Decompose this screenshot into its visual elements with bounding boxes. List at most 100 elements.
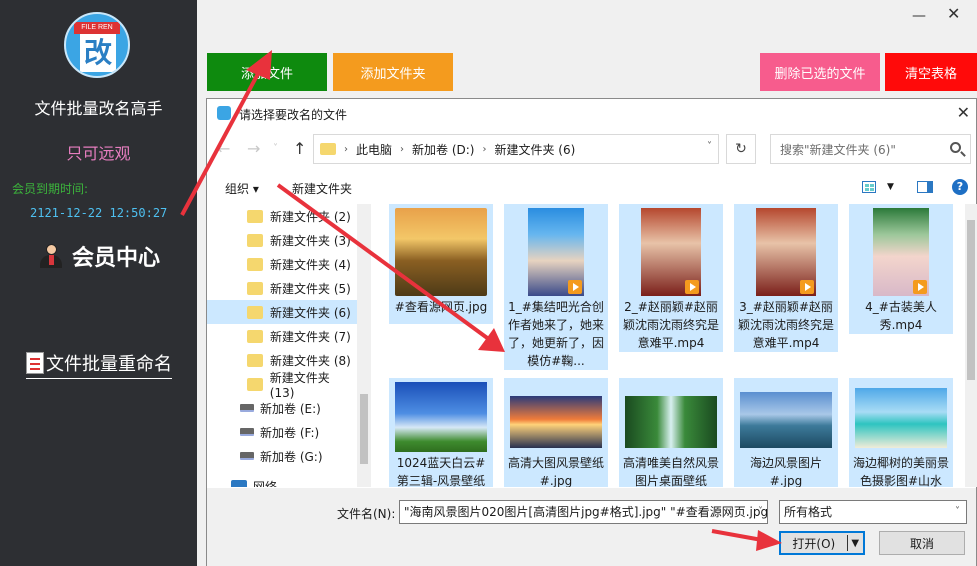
- folder-icon: [247, 281, 263, 295]
- organize-menu[interactable]: 组织 ▾: [225, 180, 259, 197]
- file-tile-6[interactable]: 高清大图风景壁纸#.jpg: [504, 378, 608, 487]
- readonly-label: 只可远观: [66, 144, 131, 163]
- tree-item-folder-7[interactable]: 新建文件夹 (7): [207, 324, 357, 348]
- filename-label: 文件名(N):: [337, 507, 396, 521]
- tree-item-folder-2[interactable]: 新建文件夹 (2): [207, 204, 357, 228]
- clear-table-button[interactable]: 清空表格: [885, 53, 977, 91]
- play-icon: [685, 280, 699, 294]
- folder-icon: [247, 329, 263, 343]
- tree-item-label: 新建文件夹 (8): [270, 353, 351, 368]
- left-panel: FILE REN 改 文件批量改名高手 只可远观 会员到期时间: 2121-12…: [0, 0, 197, 566]
- tree-item-folder-13[interactable]: 新建文件夹 (13): [207, 371, 357, 400]
- file-tile-3[interactable]: 3_#赵丽颖#赵丽颖沈雨沈雨终究是意难平.mp4: [734, 204, 838, 352]
- tree-item-label: 新建文件夹 (3): [270, 233, 351, 248]
- tree-item-folder-5[interactable]: 新建文件夹 (5): [207, 276, 357, 300]
- search-icon: [950, 142, 961, 153]
- close-window-button[interactable]: ✕: [947, 4, 960, 23]
- breadcrumb-separator: ›: [400, 143, 405, 155]
- preview-pane-icon[interactable]: [917, 181, 933, 193]
- batch-rename-menu-item[interactable]: 文件批量重命名: [26, 350, 172, 379]
- dialog-app-icon: [217, 106, 231, 120]
- top-toolbar: — ✕ 添加文件 添加文件夹 删除已选的文件 清空表格: [197, 0, 977, 96]
- file-tile-7[interactable]: 高清唯美自然风景图片桌面壁纸: [619, 378, 723, 487]
- tree-item-label: 新加卷 (G:): [260, 449, 323, 464]
- video-thumbnail: [641, 208, 701, 296]
- file-grid: #查看源网页.jpg 1_#集结吧光合创作者她来了，她来了，她更新了，因模仿#鞠…: [377, 204, 961, 487]
- filetype-value: 所有格式: [784, 505, 833, 519]
- back-arrow-icon[interactable]: ←: [217, 139, 230, 158]
- file-tile-0[interactable]: #查看源网页.jpg: [389, 204, 493, 324]
- up-arrow-icon[interactable]: ↑: [293, 139, 306, 158]
- help-icon[interactable]: ?: [952, 179, 968, 195]
- filename-input[interactable]: "海南风景图片020图片[高清图片jpg#格式].jpg" "#查看源网页.jp…: [399, 500, 768, 524]
- dialog-close-button[interactable]: ✕: [957, 103, 970, 122]
- folder-tree: 新建文件夹 (2) 新建文件夹 (3) 新建文件夹 (4) 新建文件夹 (5) …: [207, 204, 372, 487]
- tree-item-label: 新建文件夹 (13): [269, 370, 330, 400]
- forward-arrow-icon[interactable]: →: [247, 139, 260, 158]
- drive-icon: [240, 404, 254, 412]
- filetype-select[interactable]: 所有格式 ˅: [779, 500, 967, 524]
- file-name: 1_#集结吧光合创作者她来了，她来了，她更新了，因模仿#鞠...: [507, 300, 604, 368]
- file-name: 3_#赵丽颖#赵丽颖沈雨沈雨终究是意难平.mp4: [737, 300, 834, 350]
- file-tile-9[interactable]: 海边椰树的美丽景色摄影图#山水: [849, 378, 953, 487]
- open-options-dropdown-icon[interactable]: ▼: [848, 538, 863, 549]
- view-options-icon[interactable]: [862, 181, 876, 193]
- add-file-button[interactable]: 添加文件: [207, 53, 327, 91]
- member-expire-label: 会员到期时间:: [12, 182, 89, 196]
- refresh-button[interactable]: ↻: [726, 134, 756, 164]
- add-folder-button[interactable]: 添加文件夹: [333, 53, 453, 91]
- tree-item-label: 新建文件夹 (5): [270, 281, 351, 296]
- breadcrumb-this-pc[interactable]: 此电脑: [356, 141, 392, 158]
- new-folder-button[interactable]: 新建文件夹: [292, 180, 352, 197]
- folder-icon: [247, 233, 263, 247]
- tree-item-label: 网络: [253, 479, 278, 488]
- tree-scrollbar[interactable]: [357, 204, 371, 487]
- tree-item-network[interactable]: 网络: [207, 474, 357, 487]
- address-dropdown-icon[interactable]: ˅: [707, 141, 712, 152]
- tree-item-folder-6[interactable]: 新建文件夹 (6): [207, 300, 357, 324]
- play-icon: [568, 280, 582, 294]
- image-thumbnail: [625, 396, 717, 448]
- file-tile-2[interactable]: 2_#赵丽颖#赵丽颖沈雨沈雨终究是意难平.mp4: [619, 204, 723, 352]
- member-center-label: 会员中心: [72, 245, 161, 271]
- file-name: #查看源网页.jpg: [394, 300, 488, 314]
- file-grid-scrollbar[interactable]: [965, 204, 977, 487]
- tree-item-drive-g[interactable]: 新加卷 (G:): [207, 444, 357, 468]
- tree-scrollbar-thumb[interactable]: [360, 394, 368, 464]
- delete-selected-button[interactable]: 删除已选的文件: [760, 53, 880, 91]
- address-bar[interactable]: › 此电脑 › 新加卷 (D:) › 新建文件夹 (6) ˅: [313, 134, 719, 164]
- filename-dropdown-chevron-icon[interactable]: ˅: [758, 501, 763, 523]
- tree-item-folder-4[interactable]: 新建文件夹 (4): [207, 252, 357, 276]
- member-center-button[interactable]: 会员中心: [36, 240, 160, 272]
- tree-item-drive-f[interactable]: 新加卷 (F:): [207, 420, 357, 444]
- tree-item-label: 新建文件夹 (6): [270, 305, 351, 320]
- folder-icon: [320, 143, 336, 155]
- recent-locations-chevron-icon[interactable]: ˅: [273, 143, 278, 154]
- open-button[interactable]: 打开(O) ▼: [779, 531, 865, 555]
- breadcrumb-separator: ›: [482, 143, 487, 155]
- breadcrumb-current-folder[interactable]: 新建文件夹 (6): [494, 141, 575, 158]
- filetype-dropdown-chevron-icon[interactable]: ˅: [955, 501, 960, 523]
- batch-rename-label: 文件批量重命名: [46, 354, 172, 375]
- tree-item-folder-3[interactable]: 新建文件夹 (3): [207, 228, 357, 252]
- minimize-button[interactable]: —: [912, 8, 926, 24]
- cancel-button[interactable]: 取消: [879, 531, 965, 555]
- view-options-chevron-icon[interactable]: ▼: [887, 182, 894, 192]
- member-avatar-icon: [36, 243, 66, 269]
- file-tile-4[interactable]: 4_#古装美人秀.mp4: [849, 204, 953, 334]
- breadcrumb-drive-d[interactable]: 新加卷 (D:): [412, 141, 474, 158]
- document-icon: [26, 352, 44, 374]
- video-thumbnail: [528, 208, 584, 296]
- play-icon: [800, 280, 814, 294]
- network-icon: [231, 480, 247, 487]
- image-thumbnail: [740, 392, 832, 448]
- file-grid-scrollbar-thumb[interactable]: [967, 220, 975, 380]
- dialog-title: 请选择要改名的文件: [239, 108, 348, 122]
- file-tile-1[interactable]: 1_#集结吧光合创作者她来了，她来了，她更新了，因模仿#鞠...: [504, 204, 608, 370]
- file-tile-5[interactable]: 1024蓝天白云#第三辑-风景壁纸: [389, 378, 493, 487]
- tree-item-label: 新加卷 (F:): [260, 425, 320, 440]
- file-tile-8[interactable]: 海边风景图片#.jpg: [734, 378, 838, 487]
- search-input[interactable]: 搜索"新建文件夹 (6)": [770, 134, 971, 164]
- tree-item-drive-e[interactable]: 新加卷 (E:): [207, 396, 357, 420]
- open-button-label: 打开(O): [792, 536, 836, 551]
